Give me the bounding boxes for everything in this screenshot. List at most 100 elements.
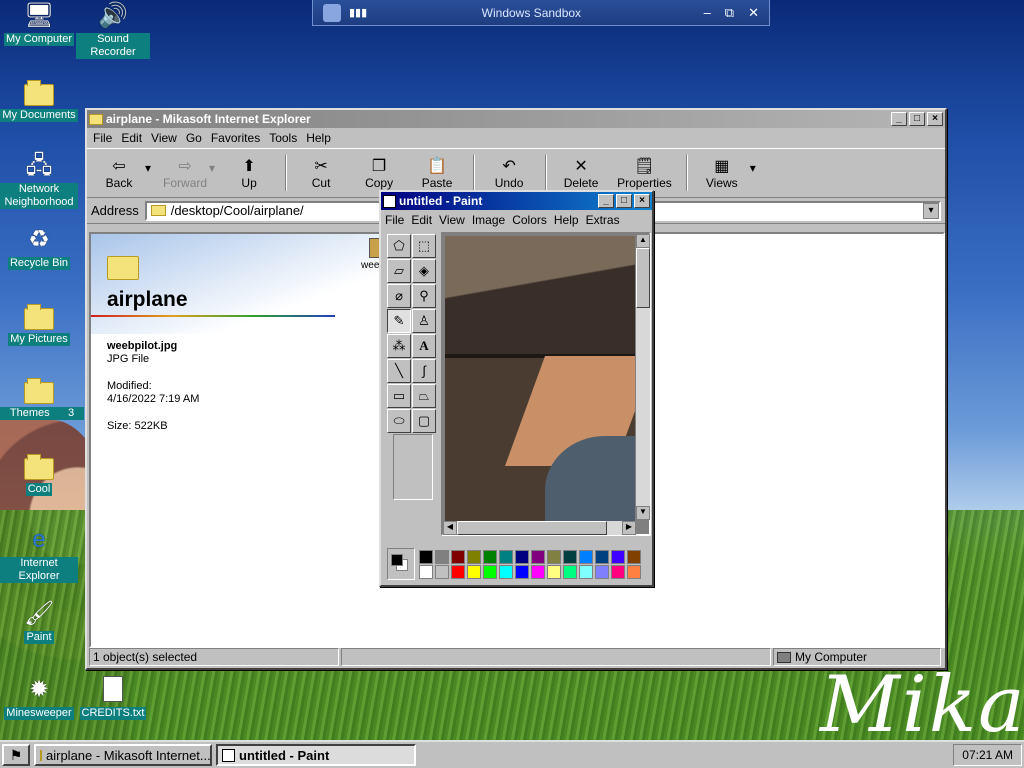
- sandbox-close-button[interactable]: ✕: [748, 5, 759, 21]
- ie-menu-go[interactable]: Go: [186, 131, 202, 145]
- magnifier-tool-icon[interactable]: ⚲: [412, 284, 436, 308]
- current-colors[interactable]: [387, 548, 415, 580]
- taskbar-paint[interactable]: untitled - Paint: [216, 744, 416, 766]
- ie-menu-favorites[interactable]: Favorites: [211, 131, 260, 145]
- taskbar-ie[interactable]: airplane - Mikasoft Internet...: [34, 744, 212, 766]
- back-button[interactable]: ⇦ Back: [97, 156, 141, 190]
- palette-swatch[interactable]: [483, 549, 497, 564]
- forward-button[interactable]: ⇨ Forward: [163, 156, 207, 190]
- cut-button[interactable]: ✂ Cut: [299, 156, 343, 190]
- desktop-icon-my-computer[interactable]: 🖥 My Computer: [0, 2, 78, 46]
- palette-swatch[interactable]: [483, 564, 497, 579]
- scroll-up-icon[interactable]: ▲: [636, 234, 650, 248]
- paint-maximize-button[interactable]: □: [616, 194, 632, 208]
- paint-menu-file[interactable]: File: [385, 213, 404, 227]
- delete-button[interactable]: ✕ Delete: [559, 156, 603, 190]
- palette-swatch[interactable]: [435, 549, 449, 564]
- palette-swatch[interactable]: [547, 564, 561, 579]
- palette-swatch[interactable]: [531, 549, 545, 564]
- palette-swatch[interactable]: [563, 549, 577, 564]
- rounded-rect-tool-icon[interactable]: ▢: [412, 409, 436, 433]
- desktop-icon-cool[interactable]: Cool: [0, 452, 78, 496]
- forward-dropdown-icon[interactable]: ▾: [209, 161, 215, 175]
- ie-menu-file[interactable]: File: [93, 131, 112, 145]
- palette-swatch[interactable]: [611, 549, 625, 564]
- sandbox-minimize-button[interactable]: –: [704, 5, 711, 20]
- paste-button[interactable]: 📋 Paste: [415, 156, 459, 190]
- palette-swatch[interactable]: [579, 549, 593, 564]
- up-button[interactable]: ⬆ Up: [227, 156, 271, 190]
- scroll-down-icon[interactable]: ▼: [636, 506, 650, 520]
- ie-close-button[interactable]: ×: [927, 112, 943, 126]
- desktop-icon-paint[interactable]: 🖌 Paint: [0, 600, 78, 644]
- views-button[interactable]: ▦ Views: [700, 156, 744, 190]
- undo-button[interactable]: ↶ Undo: [487, 156, 531, 190]
- paint-canvas[interactable]: [445, 236, 635, 522]
- palette-swatch[interactable]: [451, 549, 465, 564]
- free-select-tool-icon[interactable]: ⬠: [387, 234, 411, 258]
- palette-swatch[interactable]: [499, 549, 513, 564]
- ie-menu-tools[interactable]: Tools: [269, 131, 297, 145]
- palette-swatch[interactable]: [419, 564, 433, 579]
- palette-swatch[interactable]: [467, 549, 481, 564]
- eraser-tool-icon[interactable]: ▱: [387, 259, 411, 283]
- ie-menu-help[interactable]: Help: [306, 131, 331, 145]
- desktop-icon-themes[interactable]: Themes 3: [0, 376, 84, 420]
- palette-swatch[interactable]: [515, 549, 529, 564]
- canvas-horizontal-scrollbar[interactable]: ◀ ▶: [443, 521, 636, 535]
- palette-swatch[interactable]: [451, 564, 465, 579]
- desktop-icon-sound-recorder[interactable]: 🔊 Sound Recorder: [74, 2, 152, 59]
- palette-swatch[interactable]: [547, 549, 561, 564]
- rect-select-tool-icon[interactable]: ⬚: [412, 234, 436, 258]
- paint-minimize-button[interactable]: _: [598, 194, 614, 208]
- line-tool-icon[interactable]: ╲: [387, 359, 411, 383]
- palette-swatch[interactable]: [579, 564, 593, 579]
- ie-menu-view[interactable]: View: [151, 131, 177, 145]
- text-tool-icon[interactable]: A: [412, 334, 436, 358]
- palette-swatch[interactable]: [563, 564, 577, 579]
- tool-options-box[interactable]: [393, 434, 433, 500]
- paint-title-bar[interactable]: untitled - Paint _ □ ×: [381, 192, 652, 210]
- back-dropdown-icon[interactable]: ▾: [145, 161, 151, 175]
- sandbox-restore-button[interactable]: ⧉: [725, 5, 734, 21]
- paint-menu-help[interactable]: Help: [554, 213, 579, 227]
- desktop-icon-internet-explorer[interactable]: e Internet Explorer: [0, 526, 78, 583]
- brush-tool-icon[interactable]: ♙: [412, 309, 436, 333]
- ie-title-bar[interactable]: airplane - Mikasoft Internet Explorer _ …: [87, 110, 945, 128]
- ie-menu-edit[interactable]: Edit: [121, 131, 142, 145]
- curve-tool-icon[interactable]: ∫: [412, 359, 436, 383]
- polygon-tool-icon[interactable]: ⏢: [412, 384, 436, 408]
- palette-swatch[interactable]: [515, 564, 529, 579]
- desktop-icon-my-pictures[interactable]: My Pictures: [0, 302, 78, 346]
- views-dropdown-icon[interactable]: ▾: [750, 161, 756, 175]
- palette-swatch[interactable]: [419, 549, 433, 564]
- ie-maximize-button[interactable]: □: [909, 112, 925, 126]
- palette-swatch[interactable]: [627, 549, 641, 564]
- paint-menu-image[interactable]: Image: [472, 213, 505, 227]
- desktop-icon-minesweeper[interactable]: ✹ Minesweeper: [0, 676, 78, 720]
- paint-menu-extras[interactable]: Extras: [586, 213, 620, 227]
- paint-close-button[interactable]: ×: [634, 194, 650, 208]
- palette-swatch[interactable]: [467, 564, 481, 579]
- canvas-vertical-scrollbar[interactable]: ▲ ▼: [636, 234, 650, 520]
- palette-swatch[interactable]: [595, 564, 609, 579]
- ie-minimize-button[interactable]: _: [891, 112, 907, 126]
- palette-swatch[interactable]: [611, 564, 625, 579]
- palette-swatch[interactable]: [595, 549, 609, 564]
- scroll-thumb-h[interactable]: [457, 521, 607, 535]
- copy-button[interactable]: ❐ Copy: [357, 156, 401, 190]
- clock[interactable]: 07:21 AM: [962, 748, 1013, 762]
- desktop-icon-my-documents[interactable]: My Documents: [0, 78, 78, 122]
- palette-swatch[interactable]: [499, 564, 513, 579]
- pencil-tool-icon[interactable]: ✎: [387, 309, 411, 333]
- airbrush-tool-icon[interactable]: ⁂: [387, 334, 411, 358]
- palette-swatch[interactable]: [627, 564, 641, 579]
- address-dropdown-icon[interactable]: ▾: [923, 202, 939, 219]
- desktop-icon-credits[interactable]: CREDITS.txt: [74, 676, 152, 720]
- rectangle-tool-icon[interactable]: ▭: [387, 384, 411, 408]
- paint-menu-view[interactable]: View: [439, 213, 465, 227]
- scroll-thumb[interactable]: [636, 248, 650, 308]
- ellipse-tool-icon[interactable]: ⬭: [387, 409, 411, 433]
- paint-menu-colors[interactable]: Colors: [512, 213, 547, 227]
- scroll-right-icon[interactable]: ▶: [622, 521, 636, 535]
